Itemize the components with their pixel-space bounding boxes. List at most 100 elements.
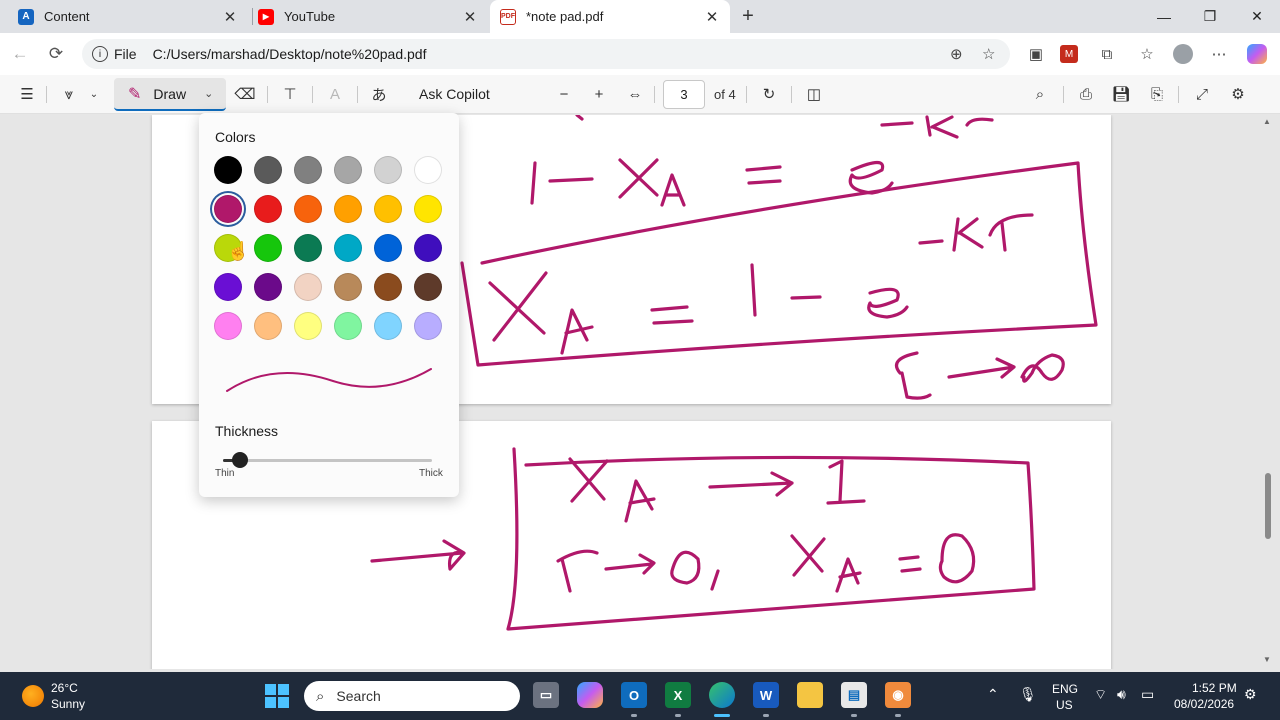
outlook-icon[interactable]: O	[621, 682, 647, 708]
refresh-button[interactable]: ⟳	[44, 42, 68, 66]
notepad-icon[interactable]: ▤	[841, 682, 867, 708]
address-field[interactable]: i File C:/Users/marshad/Desktop/note%20p…	[82, 39, 1010, 69]
color-swatch[interactable]	[334, 234, 362, 262]
pdf-viewer[interactable]	[0, 115, 1280, 669]
color-swatch[interactable]	[294, 156, 322, 184]
scroll-up-icon[interactable]: ▲	[1263, 117, 1271, 126]
copilot-app-icon[interactable]	[577, 682, 603, 708]
color-swatch[interactable]	[294, 273, 322, 301]
close-icon[interactable]: ✕	[222, 9, 238, 26]
ask-copilot-button[interactable]: Ask Copilot	[419, 86, 490, 102]
color-swatch[interactable]	[214, 156, 242, 184]
chevron-down-icon[interactable]: ⌄	[86, 83, 102, 105]
start-button[interactable]	[265, 684, 289, 708]
zoom-out-icon[interactable]: −	[553, 83, 575, 105]
tab-content[interactable]: A Content ✕	[8, 0, 248, 33]
color-swatch[interactable]	[254, 195, 282, 223]
color-swatch[interactable]	[334, 195, 362, 223]
word-icon[interactable]: W	[753, 682, 779, 708]
battery-icon[interactable]: ▭	[1141, 686, 1154, 703]
notification-icon[interactable]: ⚙	[1244, 686, 1257, 703]
restore-button[interactable]: ❐	[1187, 0, 1233, 33]
minimize-button[interactable]: —	[1141, 0, 1187, 33]
thickness-slider-thumb[interactable]	[231, 452, 248, 468]
extensions-puzzle-icon[interactable]: ⧉	[1096, 43, 1118, 65]
zoom-in-icon[interactable]: +	[588, 83, 610, 105]
show-hidden-icons-icon[interactable]: ⌃	[987, 686, 999, 703]
favorites-icon[interactable]: ☆	[1136, 43, 1158, 65]
chevron-down-icon[interactable]: ⌄	[204, 87, 213, 100]
highlight-icon[interactable]: ⩔	[58, 83, 80, 105]
save-icon[interactable]: 💾︎	[1110, 83, 1132, 105]
page-number-input[interactable]: 3	[663, 80, 705, 109]
clock-date[interactable]: 08/02/2026	[1174, 697, 1234, 711]
close-window-button[interactable]: ✕	[1234, 0, 1280, 33]
microphone-icon[interactable]: 🎙︎	[1019, 686, 1037, 703]
color-swatch[interactable]	[374, 195, 402, 223]
color-swatch[interactable]	[374, 234, 402, 262]
fit-to-width-icon[interactable]: ⇔	[624, 83, 646, 105]
rotate-icon[interactable]: ↻	[758, 83, 780, 105]
color-swatch[interactable]	[334, 156, 362, 184]
scroll-down-icon[interactable]: ▼	[1263, 655, 1271, 664]
color-swatch[interactable]	[414, 234, 442, 262]
file-explorer-icon[interactable]	[797, 682, 823, 708]
fullscreen-icon[interactable]: ⤢	[1191, 83, 1213, 105]
tab-note-pad-pdf[interactable]: PDF *note pad.pdf ✕	[490, 0, 730, 33]
excel-icon[interactable]: X	[665, 682, 691, 708]
color-swatch[interactable]	[294, 312, 322, 340]
taskbar-search[interactable]: ⌕ Search	[304, 681, 520, 711]
color-swatch[interactable]	[414, 273, 442, 301]
back-button[interactable]: ←	[8, 42, 32, 66]
contents-list-icon[interactable]: ☰	[16, 83, 38, 105]
zoom-icon[interactable]: ⊕	[950, 45, 963, 63]
snipping-tool-icon[interactable]: ◉	[885, 682, 911, 708]
clock-time[interactable]: 1:52 PM	[1192, 681, 1237, 695]
color-swatch[interactable]	[294, 195, 322, 223]
profile-avatar[interactable]	[1172, 43, 1194, 65]
edge-icon[interactable]	[709, 682, 735, 708]
vertical-scrollbar[interactable]: ▲ ▼	[1262, 115, 1274, 669]
collections-icon[interactable]: ▣	[1025, 43, 1047, 65]
color-swatch[interactable]	[374, 273, 402, 301]
color-swatch[interactable]	[214, 195, 242, 223]
wifi-icon[interactable]: ⌔	[1094, 686, 1107, 704]
close-icon[interactable]: ✕	[704, 9, 720, 26]
color-swatch[interactable]	[254, 273, 282, 301]
color-swatch[interactable]	[214, 273, 242, 301]
more-menu-icon[interactable]: ⋯	[1208, 43, 1230, 65]
page-view-icon[interactable]: ◫	[803, 83, 825, 105]
color-swatch[interactable]	[414, 312, 442, 340]
color-swatch[interactable]	[334, 273, 362, 301]
search-icon[interactable]: ⌕	[1029, 83, 1051, 105]
keyboard-layout[interactable]: US	[1056, 698, 1073, 712]
color-swatch[interactable]	[334, 312, 362, 340]
weather-description[interactable]: Sunny	[51, 697, 85, 711]
color-swatch[interactable]	[414, 195, 442, 223]
task-view-icon[interactable]: ▭	[533, 682, 559, 708]
color-swatch[interactable]	[254, 312, 282, 340]
eraser-icon[interactable]: ⌫	[234, 83, 256, 105]
thickness-slider-track[interactable]	[223, 459, 432, 462]
weather-temperature[interactable]: 26°C	[51, 681, 78, 695]
info-icon[interactable]: i	[92, 46, 108, 62]
color-swatch[interactable]	[414, 156, 442, 184]
draw-button[interactable]: ✎ Draw ⌄	[114, 78, 226, 111]
color-swatch[interactable]	[294, 234, 322, 262]
volume-icon[interactable]: 🔊︎	[1117, 686, 1126, 703]
text-box-icon[interactable]: ⊤	[279, 83, 301, 105]
settings-gear-icon[interactable]: ⚙	[1227, 83, 1249, 105]
color-swatch[interactable]	[254, 234, 282, 262]
favorite-star-icon[interactable]: ☆	[982, 45, 995, 63]
translate-icon[interactable]: あ	[368, 83, 390, 105]
scrollbar-thumb[interactable]	[1265, 473, 1271, 539]
read-aloud-icon[interactable]: A	[324, 83, 346, 105]
color-swatch[interactable]	[214, 312, 242, 340]
color-swatch[interactable]	[254, 156, 282, 184]
save-as-icon[interactable]: ⎘	[1146, 83, 1168, 105]
language-indicator[interactable]: ENG	[1052, 682, 1078, 696]
new-tab-button[interactable]: +	[736, 4, 760, 28]
color-swatch[interactable]	[374, 312, 402, 340]
tab-youtube[interactable]: ▶ YouTube ✕	[248, 0, 488, 33]
print-icon[interactable]: ⎙	[1075, 83, 1097, 105]
